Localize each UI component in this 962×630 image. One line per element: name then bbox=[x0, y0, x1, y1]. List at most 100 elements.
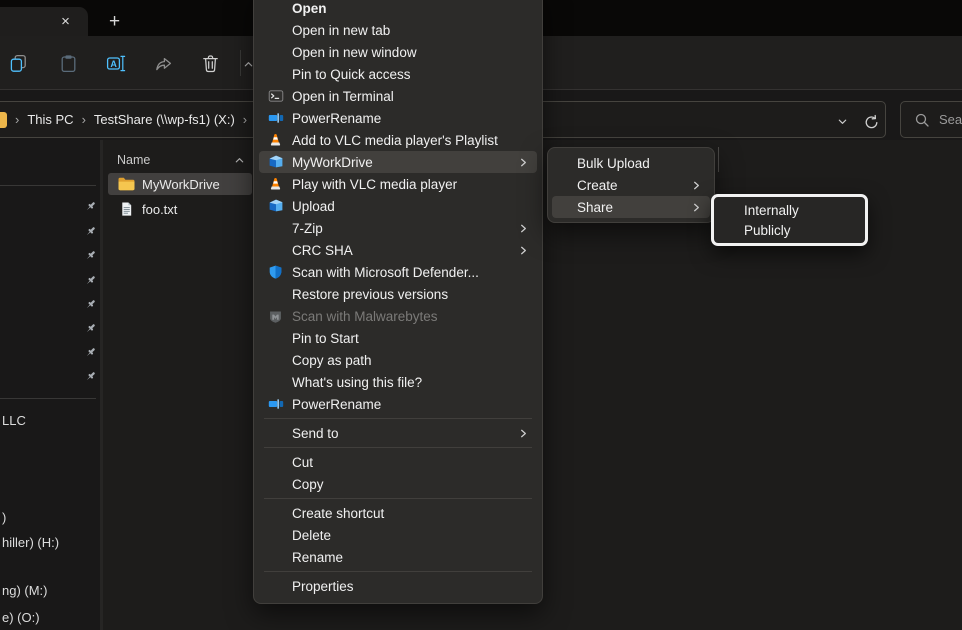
menu-item-powerrename[interactable]: PowerRename bbox=[259, 393, 537, 415]
menu-item-create[interactable]: Create bbox=[552, 174, 710, 196]
paste-button[interactable] bbox=[51, 46, 85, 80]
menu-item-open-in-terminal[interactable]: Open in Terminal bbox=[259, 85, 537, 107]
pin-icon[interactable] bbox=[82, 247, 98, 263]
menu-item-properties[interactable]: Properties bbox=[259, 575, 537, 597]
menu-item-open-in-new-tab[interactable]: Open in new tab bbox=[259, 19, 537, 41]
column-header-label: Name bbox=[117, 153, 150, 167]
toolbar-separator bbox=[240, 50, 241, 76]
menu-item-share[interactable]: Share bbox=[552, 196, 710, 218]
column-divider[interactable] bbox=[718, 147, 719, 172]
empty-icon-slot bbox=[265, 242, 286, 258]
menu-item-publicly[interactable]: Publicly bbox=[714, 220, 865, 240]
menu-item-myworkdrive[interactable]: MyWorkDrive bbox=[259, 151, 537, 173]
copy-button[interactable] bbox=[1, 46, 35, 80]
menu-item-label: Send to bbox=[292, 426, 339, 441]
menu-item-upload[interactable]: Upload bbox=[259, 195, 537, 217]
breadcrumb-item-this-pc[interactable]: This PC bbox=[27, 112, 73, 127]
chevron-right-icon bbox=[518, 223, 529, 234]
menu-item-label: Open in new tab bbox=[292, 23, 390, 38]
myworkdrive-icon bbox=[265, 154, 286, 170]
chevron-right-icon bbox=[518, 245, 529, 256]
pin-icon[interactable] bbox=[82, 296, 98, 312]
pin-icon[interactable] bbox=[82, 344, 98, 360]
pin-icon[interactable] bbox=[82, 272, 98, 288]
explorer-tab[interactable]: × bbox=[0, 7, 88, 36]
close-tab-button[interactable]: × bbox=[56, 12, 75, 31]
menu-item-open[interactable]: Open bbox=[259, 0, 537, 19]
menu-item-7-zip[interactable]: 7-Zip bbox=[259, 217, 537, 239]
pin-icon[interactable] bbox=[82, 223, 98, 239]
menu-item-play-with-vlc-media-player[interactable]: Play with VLC media player bbox=[259, 173, 537, 195]
menu-item-delete[interactable]: Delete bbox=[259, 524, 537, 546]
empty-icon-slot bbox=[265, 286, 286, 302]
pin-icon[interactable] bbox=[82, 198, 98, 214]
file-row-myworkdrive[interactable]: MyWorkDrive bbox=[108, 173, 252, 195]
chevron-right-icon bbox=[518, 428, 529, 439]
pin-icon[interactable] bbox=[82, 320, 98, 336]
menu-item-bulk-upload[interactable]: Bulk Upload bbox=[552, 152, 710, 174]
menu-item-pin-to-start[interactable]: Pin to Start bbox=[259, 327, 537, 349]
menu-item-label: Create bbox=[577, 178, 618, 193]
menu-item-label: Pin to Start bbox=[292, 331, 359, 346]
menu-item-powerrename[interactable]: PowerRename bbox=[259, 107, 537, 129]
sidebar-item-label[interactable]: hiller) (H:) bbox=[2, 535, 59, 550]
menu-item-crc-sha[interactable]: CRC SHA bbox=[259, 239, 537, 261]
menu-item-label: Pin to Quick access bbox=[292, 67, 411, 82]
menu-item-add-to-vlc-media-player-s-playlist[interactable]: Add to VLC media player's Playlist bbox=[259, 129, 537, 151]
menu-item-copy-as-path[interactable]: Copy as path bbox=[259, 349, 537, 371]
file-name: MyWorkDrive bbox=[142, 177, 220, 192]
refresh-icon bbox=[863, 114, 880, 131]
menu-item-label: What's using this file? bbox=[292, 375, 422, 390]
refresh-button[interactable] bbox=[860, 111, 882, 133]
sort-ascending-icon bbox=[234, 155, 245, 166]
menu-item-label: 7-Zip bbox=[292, 221, 323, 236]
menu-item-scan-with-microsoft-defender[interactable]: Scan with Microsoft Defender... bbox=[259, 261, 537, 283]
sidebar-item-label[interactable]: ) bbox=[2, 510, 6, 525]
menu-item-label: Properties bbox=[292, 579, 354, 594]
search-input[interactable]: Sear bbox=[900, 101, 962, 138]
sidebar-item-label[interactable]: LLC bbox=[2, 413, 26, 428]
nav-separator bbox=[0, 398, 96, 399]
sidebar-item-label[interactable]: ng) (M:) bbox=[2, 583, 48, 598]
file-row-foo-txt[interactable]: foo.txt bbox=[108, 198, 252, 220]
menu-item-open-in-new-window[interactable]: Open in new window bbox=[259, 41, 537, 63]
menu-item-label: Cut bbox=[292, 455, 313, 470]
sidebar-item-label[interactable]: e) (O:) bbox=[2, 610, 40, 625]
column-header-name[interactable]: Name bbox=[117, 150, 245, 170]
empty-icon-slot bbox=[265, 425, 286, 441]
menu-item-label: Create shortcut bbox=[292, 506, 384, 521]
rename-button[interactable]: A bbox=[99, 46, 133, 80]
empty-icon-slot bbox=[265, 476, 286, 492]
menu-item-label: Upload bbox=[292, 199, 335, 214]
breadcrumb-separator: › bbox=[15, 112, 19, 127]
menu-item-copy[interactable]: Copy bbox=[259, 473, 537, 495]
menu-item-cut[interactable]: Cut bbox=[259, 451, 537, 473]
delete-icon bbox=[200, 53, 221, 74]
menu-item-restore-previous-versions[interactable]: Restore previous versions bbox=[259, 283, 537, 305]
menu-item-label: Add to VLC media player's Playlist bbox=[292, 133, 498, 148]
menu-item-label: Delete bbox=[292, 528, 331, 543]
file-explorer-window: × + A ›This PC›TestShare (\\wp-fs1) (X:)… bbox=[0, 0, 962, 630]
breadcrumb-item-testshare-wp-fs1-x[interactable]: TestShare (\\wp-fs1) (X:) bbox=[94, 112, 235, 127]
empty-icon-slot bbox=[265, 22, 286, 38]
vlc-icon bbox=[265, 176, 286, 192]
menu-item-what-s-using-this-file[interactable]: What's using this file? bbox=[259, 371, 537, 393]
menu-item-label: MyWorkDrive bbox=[292, 155, 373, 170]
address-dropdown-button[interactable] bbox=[831, 110, 853, 132]
share-button[interactable] bbox=[146, 46, 180, 80]
menu-item-send-to[interactable]: Send to bbox=[259, 422, 537, 444]
search-icon bbox=[914, 112, 930, 128]
menu-item-rename[interactable]: Rename bbox=[259, 546, 537, 568]
empty-icon-slot bbox=[265, 0, 286, 16]
delete-button[interactable] bbox=[193, 46, 227, 80]
menu-item-pin-to-quick-access[interactable]: Pin to Quick access bbox=[259, 63, 537, 85]
new-tab-button[interactable]: + bbox=[102, 9, 127, 34]
menu-item-create-shortcut[interactable]: Create shortcut bbox=[259, 502, 537, 524]
vlc-icon bbox=[265, 132, 286, 148]
menu-item-internally[interactable]: Internally bbox=[714, 200, 865, 220]
share-submenu: InternallyPublicly bbox=[711, 194, 868, 246]
menu-item-scan-with-malwarebytes[interactable]: Scan with Malwarebytes bbox=[259, 305, 537, 327]
menu-item-label: PowerRename bbox=[292, 397, 381, 412]
svg-text:A: A bbox=[110, 58, 117, 68]
pin-icon[interactable] bbox=[82, 368, 98, 384]
